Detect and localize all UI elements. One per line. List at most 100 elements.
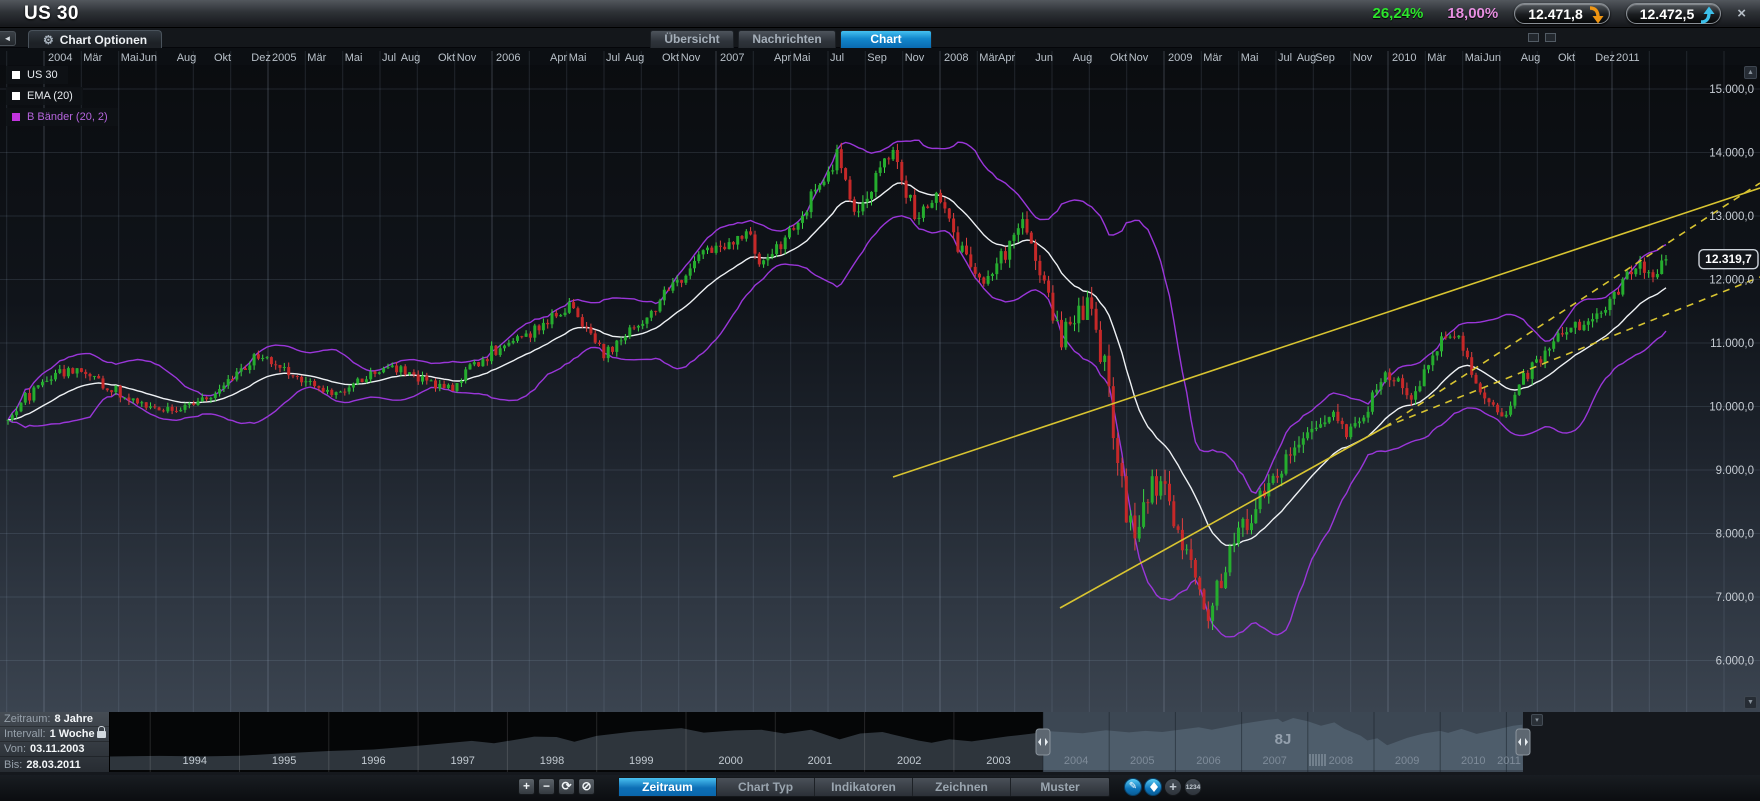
draw-pencil-button[interactable]: ✎: [1124, 778, 1142, 796]
toolbar-tab-indikatoren[interactable]: Indikatoren: [815, 778, 913, 796]
svg-text:7.000,0: 7.000,0: [1716, 592, 1754, 604]
svg-text:2006: 2006: [496, 52, 520, 64]
numbers-display-button[interactable]: 1234: [1184, 778, 1202, 796]
bollinger-lower-band: [8, 216, 1666, 637]
minimize-window-icon[interactable]: [1528, 33, 1539, 42]
pencil-icon: ✎: [1125, 779, 1141, 795]
svg-text:2007: 2007: [720, 52, 744, 64]
buy-price: 12.472,5: [1640, 6, 1695, 22]
zoom-in-button[interactable]: +: [518, 778, 535, 795]
close-icon[interactable]: ×: [1737, 5, 1746, 22]
svg-text:2007: 2007: [1262, 755, 1286, 767]
svg-text:Apr: Apr: [550, 52, 567, 64]
svg-text:9.000,0: 9.000,0: [1716, 465, 1754, 477]
crosshair-icon: +: [1165, 779, 1181, 794]
svg-text:2002: 2002: [897, 755, 921, 767]
svg-text:Aug: Aug: [401, 52, 421, 64]
percent-change-positive: 26,24%: [1372, 5, 1423, 22]
svg-text:Sep: Sep: [1315, 52, 1335, 64]
last-price-tag: 12.319,7: [1699, 250, 1758, 269]
price-axis-button-bottom[interactable]: ▼: [1744, 696, 1757, 709]
svg-text:Mär: Mär: [1427, 52, 1446, 64]
svg-text:12.000,0: 12.000,0: [1709, 275, 1754, 287]
toolbar-tab-muster[interactable]: Muster: [1011, 778, 1109, 796]
svg-text:Mär: Mär: [307, 52, 326, 64]
svg-text:2009: 2009: [1168, 52, 1192, 64]
toolbar-tab-zeichnen[interactable]: Zeichnen: [913, 778, 1011, 796]
svg-text:Jun: Jun: [139, 52, 157, 64]
svg-text:15.000,0: 15.000,0: [1709, 84, 1754, 96]
window-icons: [1528, 33, 1556, 42]
svg-text:2010: 2010: [1392, 52, 1416, 64]
tab-uebersicht[interactable]: Übersicht: [650, 30, 734, 48]
svg-text:Dez: Dez: [251, 52, 271, 64]
buy-price-button[interactable]: 12.472,5: [1626, 3, 1722, 24]
toolbar-tab-zeitraum[interactable]: Zeitraum: [619, 778, 717, 796]
zoom-buttons: + − ⟳ ⊘: [518, 778, 595, 795]
legend-label: EMA (20): [27, 90, 73, 102]
grid-lines: [0, 51, 1760, 712]
navigator-handle-right[interactable]: [1516, 729, 1530, 755]
svg-text:Okt: Okt: [438, 52, 455, 64]
series-swatch-icon: [12, 71, 20, 79]
svg-text:Mai: Mai: [1465, 52, 1483, 64]
price-axis-button-top[interactable]: ▲: [1744, 66, 1757, 79]
svg-text:14.000,0: 14.000,0: [1709, 148, 1754, 160]
trendline-3[interactable]: [1385, 183, 1760, 427]
svg-text:2004: 2004: [1064, 755, 1088, 767]
svg-text:Mai: Mai: [569, 52, 587, 64]
navigator-handle-left[interactable]: [1036, 729, 1050, 755]
zoom-out-button[interactable]: −: [538, 778, 555, 795]
bbands-swatch-icon: [12, 113, 20, 121]
range-navigator[interactable]: 1994199519961997199819992000200120022003…: [0, 712, 1760, 775]
svg-text:Nov: Nov: [457, 52, 477, 64]
instrument-title: US 30: [24, 3, 79, 25]
svg-text:Apr: Apr: [998, 52, 1015, 64]
svg-text:1995: 1995: [272, 755, 296, 767]
selection-range-label: 8J: [1275, 731, 1292, 748]
svg-text:Mär: Mär: [83, 52, 102, 64]
svg-text:Nov: Nov: [1353, 52, 1373, 64]
tab-nachrichten[interactable]: Nachrichten: [738, 30, 836, 48]
legend-item-us30[interactable]: US 30: [6, 66, 68, 84]
svg-text:Mai: Mai: [1241, 52, 1259, 64]
svg-text:10.000,0: 10.000,0: [1709, 402, 1754, 414]
toolbar-tools: ✎ + 1234: [1124, 778, 1202, 796]
navigator-collapse-button[interactable]: ▾: [1531, 714, 1543, 726]
svg-text:2001: 2001: [808, 755, 832, 767]
legend-item-ema[interactable]: EMA (20): [6, 87, 83, 105]
disable-button[interactable]: ⊘: [578, 778, 595, 795]
svg-text:Mai: Mai: [121, 52, 139, 64]
svg-text:11.000,0: 11.000,0: [1710, 338, 1754, 350]
maximize-window-icon[interactable]: [1545, 33, 1556, 42]
svg-text:Okt: Okt: [662, 52, 679, 64]
collapse-panel-button[interactable]: ◄: [0, 31, 16, 46]
toolbar-tab-chart-typ[interactable]: Chart Typ: [717, 778, 815, 796]
refresh-button[interactable]: ⟳: [558, 778, 575, 795]
panel-tabs: Übersicht Nachrichten Chart: [650, 30, 932, 48]
price-up-arrow-icon: [1697, 5, 1717, 25]
price-down-arrow-icon: [1586, 5, 1606, 25]
chart-options-label: Chart Optionen: [60, 33, 147, 47]
svg-text:Aug: Aug: [1521, 52, 1541, 64]
svg-text:Okt: Okt: [1558, 52, 1575, 64]
sell-price-button[interactable]: 12.471,8: [1514, 3, 1610, 24]
svg-text:Nov: Nov: [681, 52, 701, 64]
crosshair-button[interactable]: +: [1164, 778, 1182, 796]
ema-swatch-icon: [12, 92, 20, 100]
price-axis-labels: 15.000,014.000,013.000,012.000,011.000,0…: [1709, 84, 1754, 668]
svg-text:2004: 2004: [48, 52, 72, 64]
svg-text:Mai: Mai: [793, 52, 811, 64]
svg-text:1996: 1996: [361, 755, 385, 767]
chart-options-tab[interactable]: ⚙ Chart Optionen: [28, 30, 162, 48]
legend-label: B Bänder (20, 2): [27, 111, 108, 123]
numbers-icon: 1234: [1185, 779, 1201, 796]
legend-item-bbands[interactable]: B Bänder (20, 2): [6, 108, 118, 126]
svg-text:Jun: Jun: [1035, 52, 1053, 64]
tab-chart[interactable]: Chart: [840, 30, 932, 48]
svg-text:Sep: Sep: [867, 52, 887, 64]
main-chart[interactable]: 2004MärMaiJunAugOktDez2005MärMaiJulAugOk…: [0, 48, 1760, 712]
svg-text:Jul: Jul: [1278, 52, 1292, 64]
svg-text:1994: 1994: [183, 755, 207, 767]
scale-toggle-button[interactable]: [1144, 778, 1162, 796]
